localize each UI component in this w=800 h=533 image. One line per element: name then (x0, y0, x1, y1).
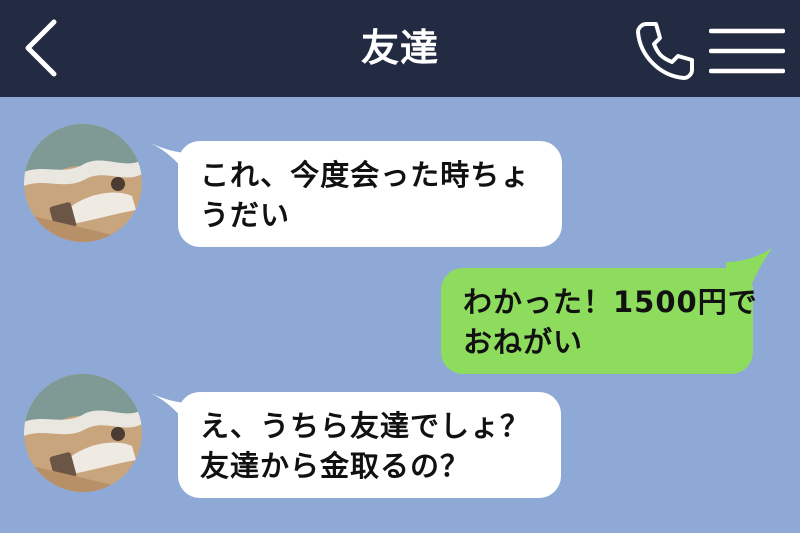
friend-avatar[interactable] (24, 374, 142, 492)
chat-header: 友達 (0, 0, 800, 97)
call-button[interactable] (632, 18, 696, 82)
message-bubble-outgoing[interactable]: わかった！1500円で おねがい (441, 268, 758, 374)
message-text-line: え、うちら友達でしょ？ (200, 409, 531, 443)
hamburger-menu-icon (708, 28, 786, 74)
message-bubble-incoming[interactable]: え、うちら友達でしょ？ 友達から金取るの？ (178, 392, 561, 498)
beach-photo-avatar (24, 124, 142, 242)
message-bubble-incoming[interactable]: これ、今度会った時ちょ うだい (178, 141, 562, 247)
message-text-line: これ、今度会った時ちょ (200, 158, 531, 192)
message-text-line: わかった！1500円で (463, 285, 758, 319)
message-text-line: おねがい (463, 325, 584, 359)
beach-photo-avatar (24, 374, 142, 492)
message-text-line: うだい (200, 198, 291, 232)
menu-button[interactable] (708, 27, 786, 75)
message-text-line: 友達から金取るの？ (200, 449, 471, 483)
friend-avatar[interactable] (24, 124, 142, 242)
phone-icon (636, 22, 694, 80)
